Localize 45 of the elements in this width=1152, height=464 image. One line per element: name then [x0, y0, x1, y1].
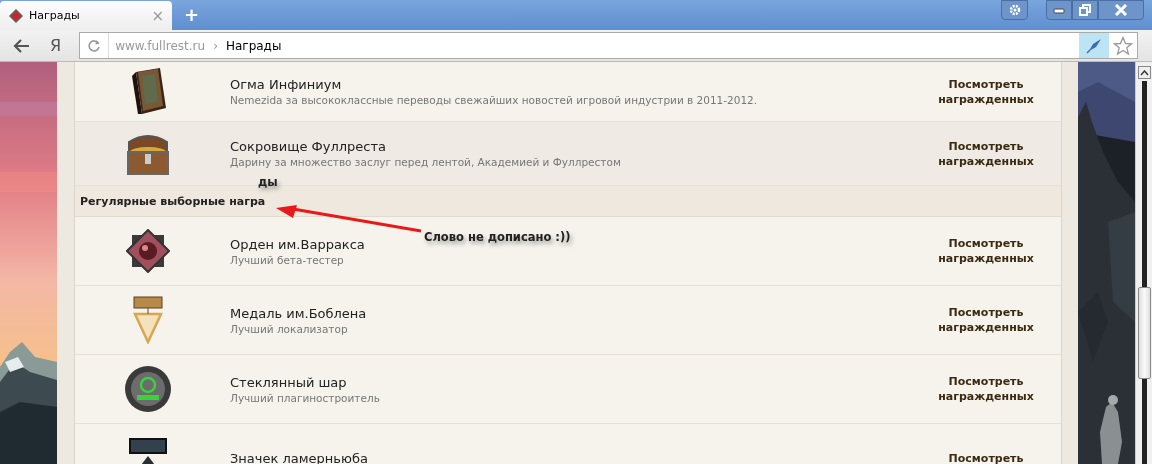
annotation-text: ды	[258, 175, 278, 189]
award-description: Лучший бета-тестер	[230, 253, 344, 266]
bookmark-star-icon[interactable]	[1113, 35, 1133, 56]
diamond-icon	[8, 7, 24, 24]
view-awardees-link[interactable]: Посмотреть награжденных	[931, 305, 1041, 335]
browser-tab[interactable]: Награды ×	[0, 1, 172, 30]
address-bar[interactable]: www.fullrest.ru › Награды	[79, 32, 1138, 59]
settings-button[interactable]	[1001, 0, 1028, 20]
medal-icon	[133, 296, 163, 344]
award-title: Орден им.Варракса	[230, 236, 365, 252]
section-title: Регулярные выборные награ	[80, 194, 266, 208]
view-awardees-link[interactable]: Посмотреть награжденных	[931, 236, 1041, 266]
rocket-button[interactable]	[1079, 33, 1109, 58]
orb-icon	[124, 365, 172, 413]
award-description: Лучший локализатор	[230, 322, 348, 335]
award-title: Медаль им.Боблена	[230, 305, 367, 321]
award-description: Nemezida за высококлассные переводы свежайших новостей игровой индустрии в 2011-2012.	[230, 94, 758, 106]
award-title: Огма Инфиниум	[230, 77, 342, 92]
annotation-text: Слово не дописано :))	[424, 230, 571, 244]
view-awardees-link[interactable]: Посмотреть	[931, 450, 1041, 464]
award-title: Стеклянный шар	[230, 374, 347, 390]
close-button[interactable]	[1098, 0, 1144, 20]
gem-badge-icon	[126, 229, 170, 273]
reload-icon[interactable]	[87, 38, 102, 53]
view-awardees-link[interactable]: Посмотреть награжденных	[931, 76, 1041, 107]
close-icon	[1114, 4, 1128, 16]
rocket-icon	[1085, 36, 1103, 55]
award-description: Дарину за множество заслуг перед лентой, Академией и Фуллрестом	[230, 156, 621, 168]
award-description: Лучший плагиностроитель	[230, 391, 380, 404]
url-host: www.fullrest.ru	[115, 38, 206, 53]
page-title: Награды	[225, 38, 282, 53]
scroll-up-button[interactable]	[1137, 66, 1151, 79]
view-awardees-link[interactable]: Посмотреть награжденных	[931, 138, 1041, 169]
minimize-button[interactable]	[1046, 0, 1072, 20]
restore-icon	[1079, 4, 1091, 16]
scrollbar[interactable]	[1135, 62, 1152, 464]
restore-button[interactable]	[1072, 0, 1098, 20]
breadcrumb-separator: ›	[213, 38, 218, 53]
back-arrow-icon[interactable]	[12, 37, 30, 54]
award-title: Сокровище Фуллреста	[230, 139, 386, 154]
view-awardees-link[interactable]: Посмотреть награжденных	[931, 374, 1041, 404]
scrollbar-thumb[interactable]	[1137, 287, 1151, 379]
gear-icon	[1008, 4, 1021, 16]
tab-title: Награды	[29, 9, 81, 22]
yandex-button[interactable]: Я	[50, 36, 62, 55]
